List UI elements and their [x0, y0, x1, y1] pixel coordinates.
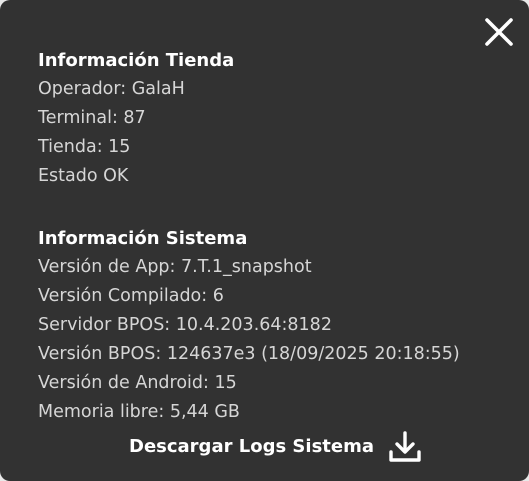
- app-version-value: Versión de App: 7.T.1_snapshot: [38, 257, 312, 277]
- store-info-section: Información Tienda Operador: GalaH Termi…: [38, 46, 234, 191]
- terminal-value: Terminal: 87: [38, 108, 146, 128]
- store-info-title: Información Tienda: [38, 50, 235, 71]
- status-value: Estado OK: [38, 166, 129, 186]
- download-logs-label[interactable]: Descargar Logs Sistema: [129, 431, 374, 463]
- bpos-version-value: Versión BPOS: 124637e3 (18/09/2025 20:18…: [38, 344, 460, 364]
- build-version-value: Versión Compilado: 6: [38, 286, 224, 306]
- operator-value: Operador: GalaH: [38, 79, 185, 99]
- close-icon[interactable]: [483, 16, 515, 48]
- system-info-section: Información Sistema Versión de App: 7.T.…: [38, 224, 460, 427]
- download-icon[interactable]: [388, 430, 422, 464]
- bpos-server-value: Servidor BPOS: 10.4.203.64:8182: [38, 315, 332, 335]
- system-info-dialog: Información Tienda Operador: GalaH Termi…: [0, 0, 529, 481]
- store-value: Tienda: 15: [38, 137, 131, 157]
- free-memory-value: Memoria libre: 5,44 GB: [38, 402, 240, 422]
- system-info-title: Información Sistema: [38, 228, 248, 249]
- close-button[interactable]: [483, 16, 515, 48]
- download-logs-button[interactable]: Descargar Logs Sistema: [129, 430, 422, 464]
- android-version-value: Versión de Android: 15: [38, 373, 237, 393]
